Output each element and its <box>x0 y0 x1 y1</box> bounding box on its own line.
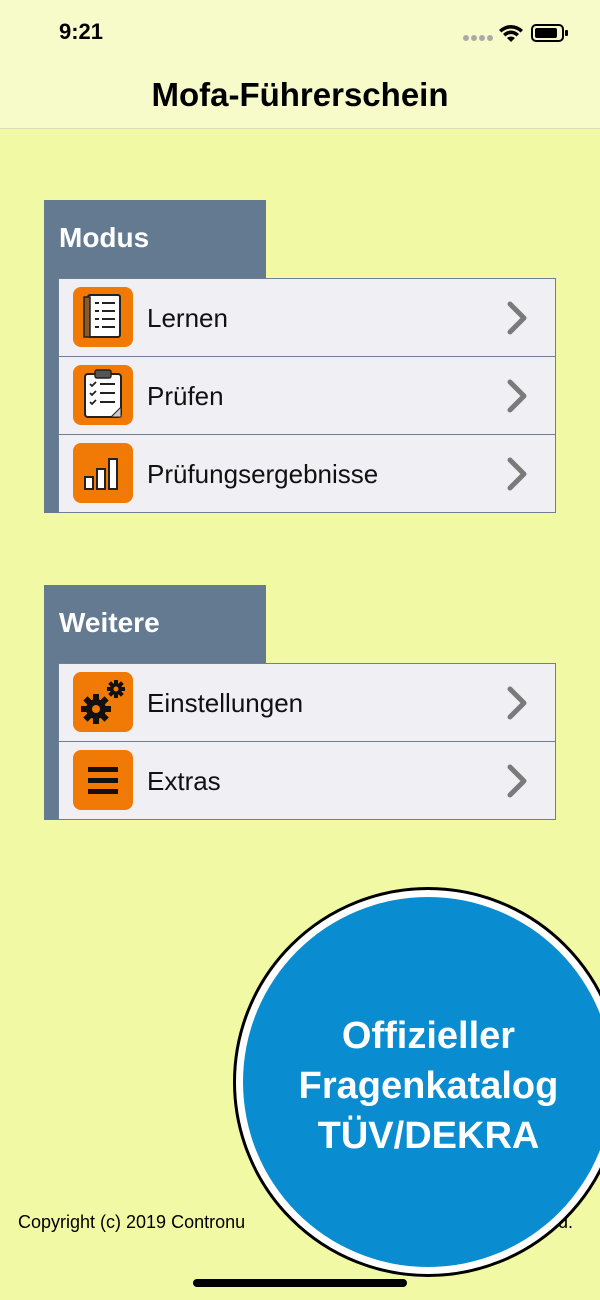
menu-row-einstellungen[interactable]: Einstellungen <box>58 663 556 742</box>
copyright-text: Copyright (c) 2019 Contronu <box>18 1212 246 1232</box>
badge-line-1: Offizieller <box>341 1015 516 1057</box>
menu-row-pruefungsergebnisse[interactable]: Prüfungsergebnisse <box>58 434 556 513</box>
gears-icon <box>73 672 133 732</box>
menu-row-label: Lernen <box>147 303 228 333</box>
section-stripe <box>44 278 58 513</box>
section-header-weitere: Weitere <box>44 585 266 663</box>
section-header-modus: Modus <box>44 200 266 278</box>
clipboard-checklist-icon <box>73 365 133 425</box>
chevron-right-icon <box>507 379 527 413</box>
badge-text: Offizieller Fragenkatalog TÜV/DEKRA <box>251 1011 600 1161</box>
chevron-right-icon <box>507 457 527 491</box>
navigation-bar: Mofa-Führerschein <box>0 64 600 129</box>
badge-line-2: Fragenkatalog <box>298 1065 559 1107</box>
menu-row-pruefen[interactable]: Prüfen <box>58 356 556 435</box>
menu-row-label: Prüfen <box>147 381 224 411</box>
official-catalog-badge: Offizieller Fragenkatalog TÜV/DEKRA <box>233 887 600 1277</box>
menu-row-label: Extras <box>147 766 221 796</box>
section-weitere: Weitere Einstellungen Extras <box>44 585 556 820</box>
home-indicator[interactable] <box>193 1279 407 1287</box>
menu-row-extras[interactable]: Extras <box>58 741 556 820</box>
badge-line-3: TÜV/DEKRA <box>317 1115 540 1157</box>
menu-row-lernen[interactable]: Lernen <box>58 278 556 357</box>
section-title: Weitere <box>59 607 160 638</box>
section-title: Modus <box>59 222 150 253</box>
bar-chart-icon <box>73 443 133 503</box>
page-title: Mofa-Führerschein <box>151 76 449 113</box>
menu-row-label: Prüfungsergebnisse <box>147 459 379 489</box>
status-time: 9:21 <box>59 19 104 44</box>
cellular-signal-icon <box>463 35 493 41</box>
chevron-right-icon <box>507 686 527 720</box>
section-modus: Modus Lernen Prüfen Prüfungsergebnisse <box>44 200 556 513</box>
section-stripe <box>44 663 58 820</box>
badge-circle: Offizieller Fragenkatalog TÜV/DEKRA <box>243 897 600 1267</box>
chevron-right-icon <box>507 764 527 798</box>
wifi-icon <box>499 25 523 42</box>
chevron-right-icon <box>507 301 527 335</box>
status-bar: 9:21 <box>0 0 600 64</box>
battery-icon <box>531 24 568 42</box>
menu-row-label: Einstellungen <box>147 688 304 718</box>
notebook-icon <box>73 287 133 347</box>
menu-lines-icon <box>73 750 133 810</box>
